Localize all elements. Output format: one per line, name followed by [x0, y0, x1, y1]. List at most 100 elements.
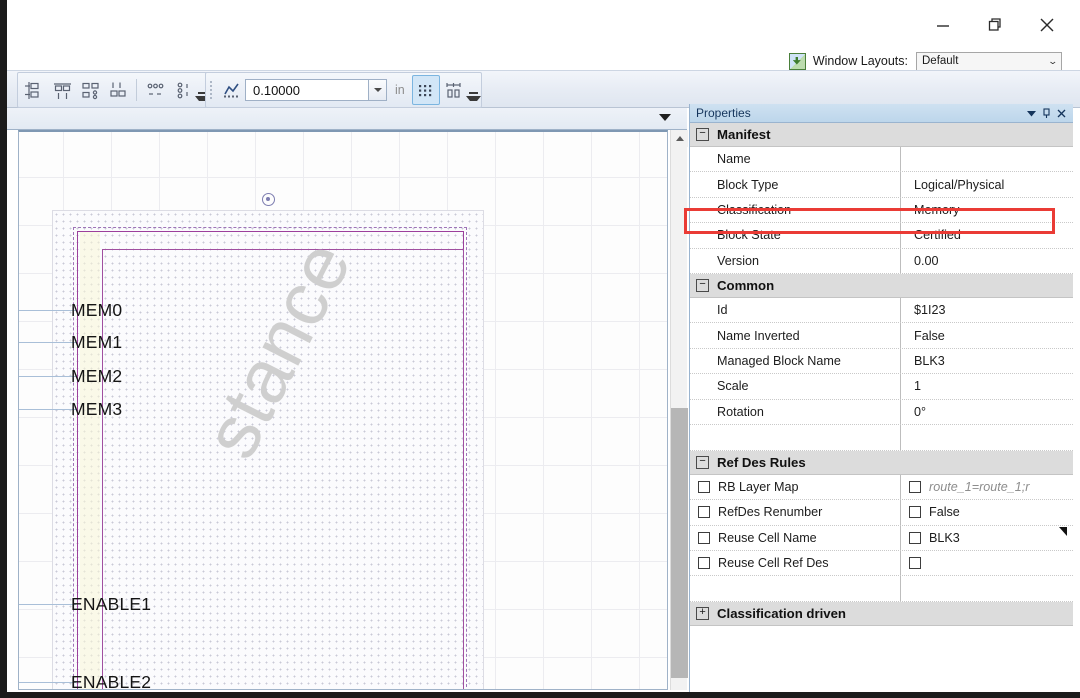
value-checkbox[interactable]: [909, 506, 921, 519]
table-row[interactable]: Reuse Cell Name BLK3: [690, 525, 1073, 552]
row-checkbox[interactable]: [698, 531, 710, 544]
canvas-vertical-scrollbar[interactable]: [670, 130, 688, 690]
table-row[interactable]: RefDes Renumber False: [690, 500, 1073, 526]
window-frame-top: [0, 0, 1080, 5]
origin-marker-icon: [262, 193, 275, 206]
property-name-label: RB Layer Map: [718, 480, 799, 495]
row-checkbox[interactable]: [698, 481, 710, 494]
property-value[interactable]: 1: [901, 374, 1073, 398]
property-value[interactable]: 0.00: [901, 249, 1073, 273]
table-row[interactable]: Classification Memory: [690, 197, 1073, 224]
property-value[interactable]: Logical/Physical: [901, 172, 1073, 196]
spacer-value-cell: [901, 425, 1073, 450]
pin-label-mem2: MEM2: [71, 366, 123, 386]
scrollbar-thumb[interactable]: [671, 408, 688, 678]
collapse-caret-icon[interactable]: [657, 109, 673, 125]
property-value[interactable]: [901, 147, 1073, 171]
space-vertical-icon[interactable]: [169, 75, 197, 105]
section-header-common[interactable]: − Common: [690, 273, 1073, 298]
dot-grid-icon[interactable]: [411, 75, 440, 105]
value-checkbox[interactable]: [909, 531, 921, 544]
grid-spacing-input[interactable]: 0.10000: [245, 79, 369, 101]
collapse-toggle-icon[interactable]: −: [696, 128, 709, 141]
row-checkbox[interactable]: [698, 506, 710, 519]
pin-wire: [19, 682, 76, 684]
table-row[interactable]: RB Layer Map route_1=route_1;r: [690, 474, 1073, 501]
table-row[interactable]: Name: [690, 147, 1073, 173]
distribute-horizontal-icon[interactable]: [76, 75, 104, 105]
property-value[interactable]: route_1=route_1;r: [901, 475, 1073, 499]
dropdown-menu-icon[interactable]: [1024, 106, 1039, 121]
pin-wire: [19, 310, 76, 312]
align-left-icon[interactable]: [20, 75, 48, 105]
property-value[interactable]: Certified: [901, 223, 1073, 247]
property-name: RefDes Renumber: [690, 500, 901, 525]
application-window: Window Layouts: Default ⌄ 0.10000 in sta…: [0, 0, 1080, 698]
property-name: Reuse Cell Name: [690, 525, 901, 551]
property-value[interactable]: Memory: [901, 198, 1073, 222]
property-value[interactable]: $1I23: [901, 298, 1073, 322]
table-row[interactable]: Scale 1: [690, 374, 1073, 400]
snap-grid-icon[interactable]: [217, 75, 245, 105]
table-row[interactable]: Version 0.00: [690, 248, 1073, 274]
value-checkbox[interactable]: [909, 557, 921, 570]
property-name: Scale: [690, 374, 901, 399]
grid-spacing-value: 0.10000: [253, 82, 300, 98]
property-name: RB Layer Map: [690, 474, 901, 500]
property-value[interactable]: [901, 551, 1073, 575]
window-layouts-select[interactable]: Default ⌄: [916, 51, 1062, 71]
property-value[interactable]: 0°: [901, 400, 1073, 424]
measure-spacing-icon[interactable]: [440, 75, 468, 105]
property-value[interactable]: BLK3: [901, 526, 1073, 550]
section-header-classification-driven[interactable]: + Classification driven: [690, 602, 1073, 627]
property-value[interactable]: False: [901, 323, 1073, 347]
resize-caret-icon: [1059, 527, 1067, 536]
pin-label-mem1: MEM1: [71, 332, 123, 352]
row-checkbox[interactable]: [698, 557, 710, 570]
property-value-label: False: [929, 505, 960, 520]
toolbar-drag-handle[interactable]: [208, 77, 215, 103]
table-row[interactable]: Block Type Logical/Physical: [690, 172, 1073, 198]
property-value[interactable]: BLK3: [901, 349, 1073, 373]
scroll-up-icon[interactable]: [671, 130, 688, 147]
window-frame-bottom: [0, 692, 1080, 698]
property-name: Name: [690, 147, 901, 172]
section-header-ref-des-rules[interactable]: − Ref Des Rules: [690, 450, 1073, 475]
table-row[interactable]: Managed Block Name BLK3: [690, 348, 1073, 375]
property-name-label: Reuse Cell Name: [718, 530, 817, 545]
grid-spacing-dropdown-button[interactable]: [369, 79, 387, 101]
toolbar-strip: 0.10000 in: [7, 70, 1080, 108]
close-icon[interactable]: [1054, 106, 1069, 121]
pin-icon[interactable]: [1039, 106, 1054, 121]
window-controls: [932, 14, 1058, 36]
section-header-manifest[interactable]: − Manifest: [690, 123, 1073, 147]
table-row[interactable]: Id $1I23: [690, 297, 1073, 324]
section-spacer: [690, 424, 1073, 451]
window-layouts-label: Window Layouts:: [812, 54, 908, 68]
table-row[interactable]: Reuse Cell Ref Des: [690, 551, 1073, 577]
align-top-icon[interactable]: [48, 75, 76, 105]
spacer-name-cell: [690, 576, 901, 602]
collapse-toggle-icon[interactable]: −: [696, 455, 709, 469]
canvas-drawing-area[interactable]: stance MEM0 MEM1 MEM2 MEM3 ENABLE1 ENABL…: [18, 130, 668, 690]
table-row[interactable]: Rotation 0°: [690, 399, 1073, 425]
table-row-block-state[interactable]: Block State Certified: [690, 223, 1073, 249]
schematic-canvas[interactable]: stance MEM0 MEM1 MEM2 MEM3 ENABLE1 ENABL…: [7, 108, 688, 692]
restore-button[interactable]: [984, 14, 1006, 36]
grid-spacing-toolbar-group: 0.10000 in: [205, 72, 482, 108]
minimize-button[interactable]: [932, 14, 954, 36]
collapse-toggle-icon[interactable]: −: [696, 278, 709, 292]
grid-toolbar-overflow-button[interactable]: [465, 75, 481, 105]
properties-empty-area: [690, 626, 1073, 678]
pin-wire: [19, 604, 76, 606]
value-checkbox[interactable]: [909, 481, 921, 494]
space-horizontal-icon[interactable]: [141, 75, 169, 105]
expand-toggle-icon[interactable]: +: [696, 607, 709, 621]
distribute-vertical-icon[interactable]: [104, 75, 132, 105]
properties-grid[interactable]: − Manifest Name Block Type Logical/Physi…: [690, 123, 1073, 692]
table-row[interactable]: Name Inverted False: [690, 323, 1073, 349]
property-value-label: route_1=route_1;r: [929, 480, 1030, 495]
close-button[interactable]: [1036, 14, 1058, 36]
grid-spacing-unit: in: [395, 83, 405, 97]
property-value[interactable]: False: [901, 500, 1073, 524]
